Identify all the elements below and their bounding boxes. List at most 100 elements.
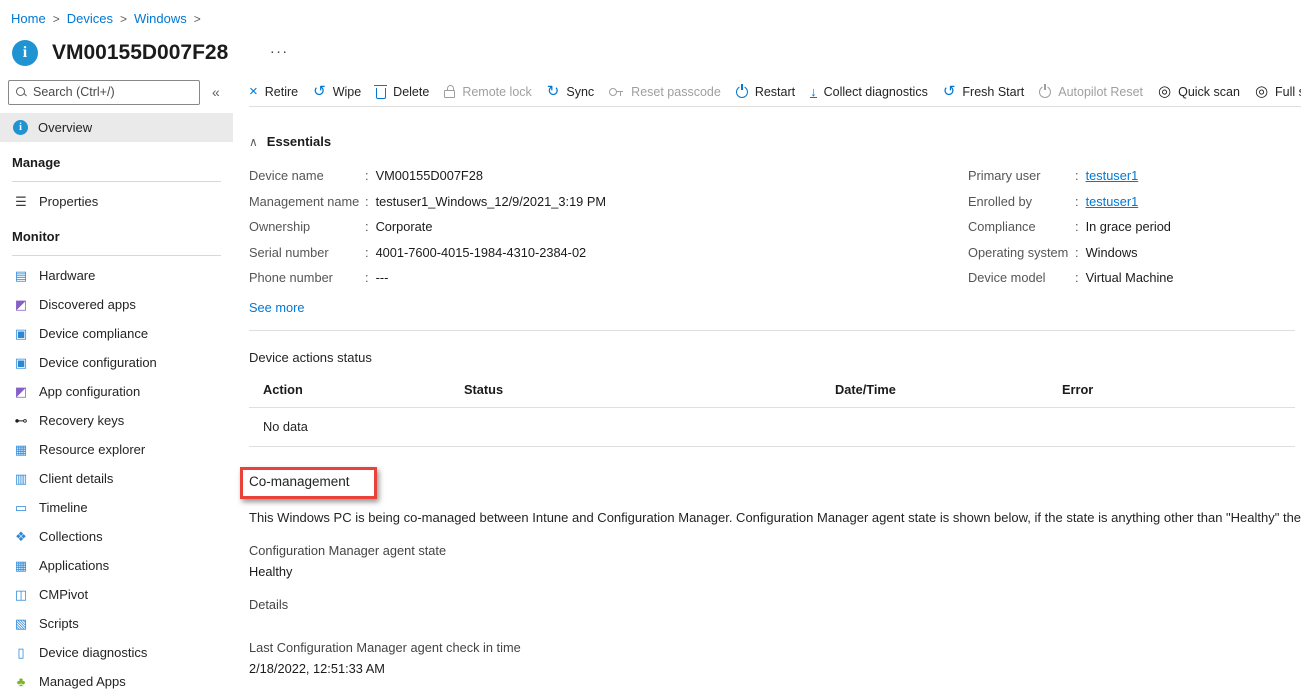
sidebar-item-label: Device compliance: [39, 326, 149, 341]
sidebar-item-timeline[interactable]: ▭ Timeline: [0, 493, 233, 522]
timeline-icon: ▭: [14, 499, 28, 515]
sidebar-item-app-configuration[interactable]: ◩ App configuration: [0, 377, 233, 406]
essentials-colon: :: [1075, 219, 1079, 234]
breadcrumb-separator: >: [193, 12, 201, 26]
sidebar-item-cmpivot[interactable]: ◫ CMPivot: [0, 580, 233, 609]
toolbar-button-label: Reset passcode: [631, 84, 721, 99]
toolbar-button-label: Autopilot Reset: [1058, 84, 1144, 99]
sidebar-item-scripts[interactable]: ▧ Scripts: [0, 609, 233, 638]
sidebar-item-label: Applications: [39, 558, 110, 573]
sidebar-item-device-diagnostics[interactable]: ▯ Device diagnostics: [0, 638, 233, 667]
essentials-label: Enrolled by: [968, 193, 1033, 209]
essentials-colon: :: [365, 168, 369, 183]
column-header-status[interactable]: Status: [464, 382, 835, 397]
collections-icon: ❖: [15, 528, 27, 544]
collect-diagnostics-button[interactable]: ↓ Collect diagnostics: [810, 85, 928, 99]
essentials-grid: Device name: VM00155D007F28 Management nam…: [249, 169, 1301, 297]
essentials-colon: :: [1075, 270, 1079, 285]
full-scan-button[interactable]: ◎ Full scan: [1255, 84, 1301, 99]
essentials-value: Corporate: [375, 219, 433, 234]
essentials-colon: :: [1075, 244, 1079, 260]
autopilot-reset-button[interactable]: Autopilot Reset: [1039, 85, 1143, 99]
sidebar-item-device-configuration[interactable]: ▣ Device configuration: [0, 348, 233, 377]
essentials-row-device-model: Device model: Virtual Machine: [968, 271, 1301, 285]
sidebar-item-hardware[interactable]: ▤ Hardware: [0, 261, 233, 290]
reset-passcode-button[interactable]: Reset passcode: [609, 85, 721, 99]
hardware-icon: ▤: [14, 267, 28, 283]
remote-lock-button[interactable]: Remote lock: [444, 84, 532, 99]
sidebar-item-client-details[interactable]: ▥ Client details: [0, 464, 233, 493]
managed-apps-icon: ♣: [16, 673, 26, 689]
breadcrumb-link-home[interactable]: Home: [11, 11, 46, 26]
device-info-icon: i: [12, 40, 38, 66]
column-header-error[interactable]: Error: [1062, 382, 1295, 397]
sync-button[interactable]: ↻ Sync: [547, 84, 594, 99]
see-more-link[interactable]: See more: [249, 300, 304, 315]
last-checkin-value: 2/18/2022, 12:51:33 AM: [249, 660, 385, 676]
toolbar-button-label: Fresh Start: [962, 84, 1025, 99]
toolbar-button-label: Remote lock: [462, 84, 532, 99]
sidebar-item-recovery-keys[interactable]: ⊷ Recovery keys: [0, 406, 233, 435]
page-header: i VM00155D007F28 ...: [12, 35, 1301, 71]
sidebar-section-manage: Manage: [12, 155, 221, 182]
sidebar-item-managed-apps[interactable]: ♣ Managed Apps: [0, 667, 233, 696]
client-details-icon: ▥: [14, 470, 28, 486]
agent-state-label: Configuration Manager agent state: [249, 542, 447, 558]
essentials-colon: :: [365, 193, 369, 209]
essentials-row-operating-system: Operating system: Windows: [968, 244, 1301, 260]
collapse-essentials-icon[interactable]: ∧: [249, 135, 258, 149]
primary-user-link[interactable]: testuser1: [1086, 169, 1139, 183]
breadcrumb-link-windows[interactable]: Windows: [134, 11, 187, 26]
delete-button[interactable]: Delete: [374, 84, 429, 99]
essentials-right-column: Primary user: testuser1 Enrolled by: testus…: [968, 169, 1301, 297]
breadcrumb-separator: >: [52, 12, 60, 26]
collapse-sidebar-button[interactable]: «: [212, 84, 220, 100]
collect-diagnostics-download-icon: ↓: [810, 83, 817, 99]
sidebar-nav: i Overview Manage ☰ Properties Monitor ▤ Hardwa…: [0, 113, 233, 699]
breadcrumb: Home > Devices > Windows >: [0, 0, 1301, 26]
sidebar-item-applications[interactable]: ▦ Applications: [0, 551, 233, 580]
device-actions-toolbar: × Retire ↺ Wipe Delete Remote lock ↻ Sync Reset …: [249, 77, 1301, 107]
essentials-label: Operating system: [968, 244, 1069, 260]
essentials-row-management-name: Management name: testuser1_Windows_12/9/2…: [249, 193, 968, 209]
breadcrumb-link-devices[interactable]: Devices: [67, 11, 113, 26]
more-options-button[interactable]: ...: [270, 41, 289, 62]
column-header-action[interactable]: Action: [263, 382, 464, 397]
essentials-header: ∧ Essentials: [249, 134, 1301, 149]
sidebar-item-label: Collections: [39, 529, 103, 544]
wipe-undo-icon: ↺: [313, 82, 326, 100]
fresh-start-button[interactable]: ↺ Fresh Start: [943, 84, 1025, 99]
co-management-annotation-box: Co-management: [240, 466, 377, 499]
details-label: Details: [249, 596, 289, 612]
table-empty-row: No data: [249, 408, 1295, 447]
wipe-button[interactable]: ↺ Wipe: [313, 82, 361, 100]
device-diagnostics-icon: ▯: [17, 644, 25, 660]
sidebar-item-overview[interactable]: i Overview: [0, 113, 233, 142]
search-box: [8, 79, 200, 105]
co-management-heading: Co-management: [249, 473, 350, 489]
retire-button[interactable]: × Retire: [249, 84, 298, 99]
sidebar-item-properties[interactable]: ☰ Properties: [0, 187, 233, 216]
sidebar-item-discovered-apps[interactable]: ◩ Discovered apps: [0, 290, 233, 319]
quick-scan-button[interactable]: ◎ Quick scan: [1158, 84, 1240, 99]
search-input[interactable]: [33, 85, 183, 99]
device-configuration-icon: ▣: [14, 354, 28, 370]
essentials-value: VM00155D007F28: [375, 168, 483, 183]
essentials-label: Primary user: [968, 168, 1041, 183]
device-compliance-icon: ▣: [14, 325, 28, 341]
sidebar-item-device-compliance[interactable]: ▣ Device compliance: [0, 319, 233, 348]
column-header-date-time[interactable]: Date/Time: [835, 382, 1062, 397]
essentials-value: Windows: [1085, 244, 1138, 260]
sidebar-item-resource-explorer[interactable]: ▦ Resource explorer: [0, 435, 233, 464]
sidebar-item-collections[interactable]: ❖ Collections: [0, 522, 233, 551]
lock-arrow-icon: ⊷: [14, 412, 28, 428]
sidebar-item-label: Timeline: [39, 500, 88, 515]
essentials-row-compliance: Compliance: In grace period: [968, 220, 1301, 234]
sidebar-item-label: Hardware: [39, 268, 96, 283]
sidebar-item-label: Properties: [39, 194, 99, 209]
enrolled-by-link[interactable]: testuser1: [1086, 194, 1139, 209]
restart-button[interactable]: Restart: [735, 85, 795, 99]
sidebar-section-monitor: Monitor: [12, 229, 221, 256]
delete-trash-icon: [374, 84, 388, 99]
search-icon: [15, 86, 27, 98]
